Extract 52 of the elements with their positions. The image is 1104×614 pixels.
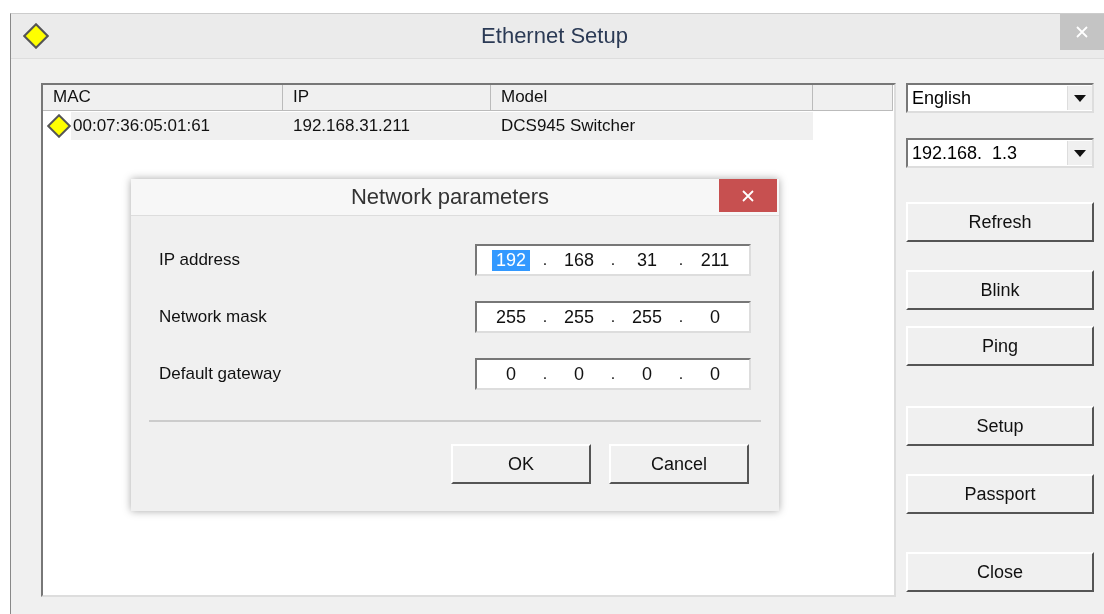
separator-dot: . <box>677 308 685 326</box>
diamond-icon <box>47 114 71 138</box>
separator-dot: . <box>609 251 617 269</box>
octet-value: 0 <box>641 363 653 385</box>
field-label: Default gateway <box>159 364 281 384</box>
octet-value: 255 <box>630 306 663 328</box>
close-button[interactable] <box>719 179 777 212</box>
octet-value: 0 <box>709 363 721 385</box>
separator-dot: . <box>541 308 549 326</box>
address-dropdown[interactable]: 192.168. 1.3 <box>906 138 1094 168</box>
close-icon <box>1076 26 1088 38</box>
caret-icon <box>1074 94 1086 102</box>
table-cell[interactable]: 00:07:36:05:01:61 <box>71 112 283 140</box>
language-dropdown[interactable]: English <box>906 83 1094 113</box>
field-label: Network mask <box>159 307 267 327</box>
side-button[interactable]: Ping <box>906 326 1094 366</box>
separator-dot: . <box>609 308 617 326</box>
column-header[interactable]: MAC <box>43 85 283 111</box>
close-icon <box>742 189 754 202</box>
octet-value: 168 <box>562 249 595 271</box>
octet-value: 0 <box>573 363 585 385</box>
diamond-icon <box>23 23 49 49</box>
separator-dot: . <box>677 251 685 269</box>
table-cell[interactable]: 192.168.31.211 <box>283 112 491 140</box>
ip-field[interactable]: 0 . 0 . 0 . 0 <box>475 358 751 390</box>
window-title: Ethernet Setup <box>480 23 629 49</box>
separator-dot: . <box>541 365 549 383</box>
octet-value: 211 <box>699 249 731 271</box>
side-button[interactable]: Blink <box>906 270 1094 310</box>
side-button[interactable]: Refresh <box>906 202 1094 242</box>
column-header[interactable]: Model <box>491 85 813 111</box>
side-button[interactable]: Close <box>906 552 1094 592</box>
octet-value: 0 <box>709 306 721 328</box>
separator-dot: . <box>677 365 685 383</box>
octet-value: 255 <box>494 306 527 328</box>
separator-dot: . <box>541 251 549 269</box>
dialog-button[interactable]: OK <box>451 444 591 484</box>
dialog-title: Network parameters <box>349 184 551 210</box>
side-button[interactable]: Passport <box>906 474 1094 514</box>
column-header[interactable]: IP <box>283 85 491 111</box>
ip-field[interactable]: 255 . 255 . 255 . 0 <box>475 301 751 333</box>
octet-value: 0 <box>505 363 517 385</box>
ip-field[interactable]: 192 . 168 . 31 . 211 <box>475 244 751 276</box>
octet-value: 192 <box>492 249 530 271</box>
side-button[interactable]: Setup <box>906 406 1094 446</box>
octet-value: 31 <box>636 249 658 271</box>
octet-value: 255 <box>562 306 595 328</box>
table-cell[interactable]: DCS945 Switcher <box>491 112 813 140</box>
separator-dot: . <box>609 365 617 383</box>
caret-icon <box>1074 149 1086 157</box>
field-label: IP address <box>159 250 240 270</box>
dialog-button[interactable]: Cancel <box>609 444 749 484</box>
